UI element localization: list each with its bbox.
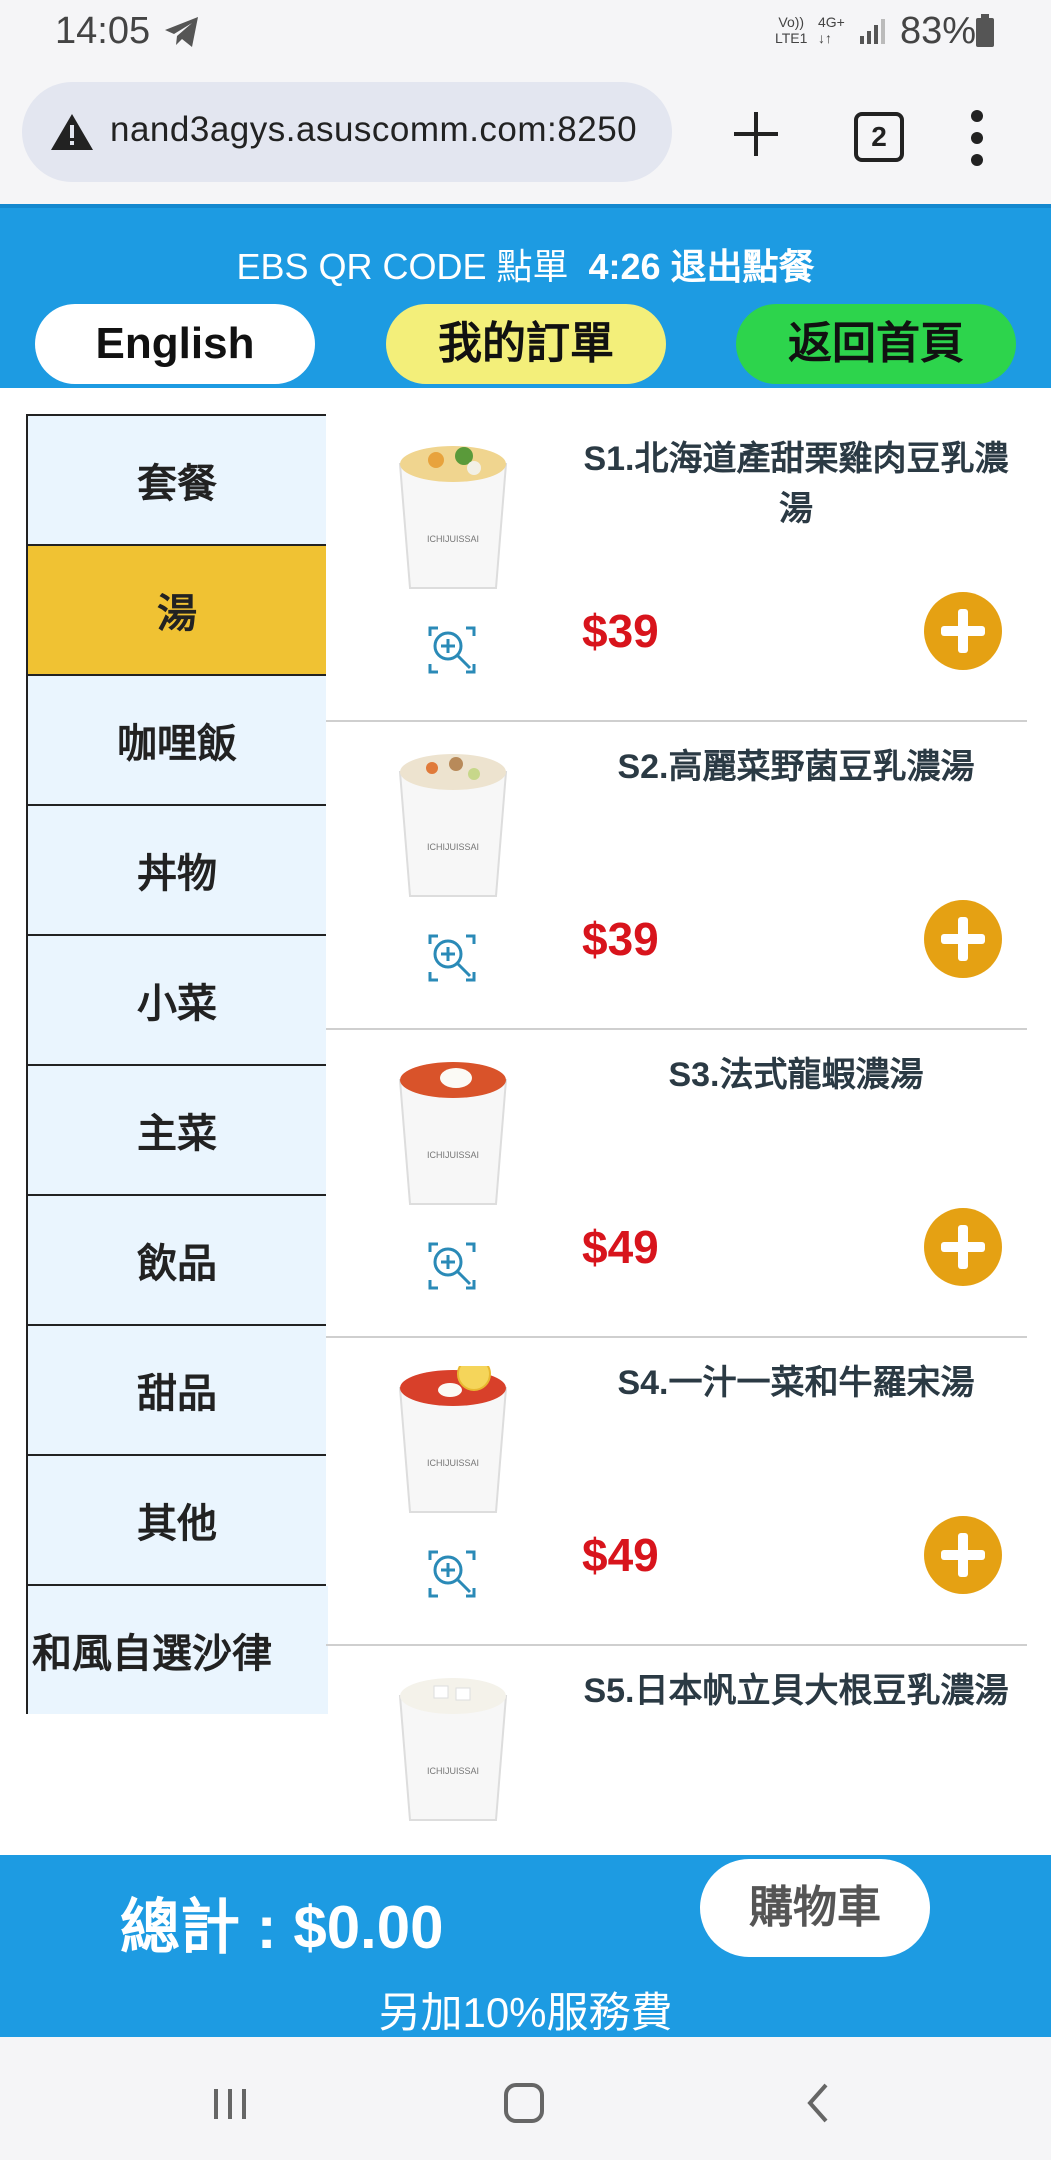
soup-cup-image[interactable]: ICHIJUISSAI bbox=[394, 1674, 512, 1824]
warning-icon[interactable] bbox=[50, 112, 94, 152]
category-curry-rice[interactable]: 咖哩飯 bbox=[26, 676, 326, 806]
soup-cup-image[interactable]: ICHIJUISSAI bbox=[394, 442, 512, 592]
total-amount: 總計 : $0.00 bbox=[120, 1894, 444, 1961]
category-donburi[interactable]: 丼物 bbox=[26, 806, 326, 936]
add-to-cart-button[interactable] bbox=[924, 1208, 1002, 1286]
product-row: ICHIJUISSAI S4.一汁一菜和牛羅宋湯 $49 bbox=[326, 1338, 1027, 1646]
product-name: S2.高麗菜野菌豆乳濃湯 bbox=[617, 748, 975, 786]
exit-timer[interactable]: 4:26 退出點餐 bbox=[589, 246, 815, 287]
product-row: ICHIJUISSAI S1.北海道產甜栗雞肉豆乳濃湯 $39 bbox=[326, 414, 1027, 722]
category-salad[interactable]: 和風自選沙律 bbox=[26, 1586, 328, 1714]
zoom-icon[interactable] bbox=[426, 932, 478, 984]
add-to-cart-button[interactable] bbox=[924, 1516, 1002, 1594]
system-nav-bar bbox=[0, 2037, 1051, 2160]
product-name: S4.一汁一菜和牛羅宋湯 bbox=[617, 1364, 975, 1402]
zoom-icon[interactable] bbox=[426, 624, 478, 676]
product-price: $39 bbox=[582, 913, 659, 965]
header-title: EBS QR CODE 點單 4:26 退出點餐 bbox=[236, 246, 815, 287]
new-tab-icon[interactable] bbox=[728, 106, 784, 162]
product-price: $39 bbox=[582, 605, 659, 657]
category-set-meal[interactable]: 套餐 bbox=[26, 414, 326, 546]
home-nav-icon[interactable] bbox=[494, 2073, 554, 2133]
cart-button[interactable]: 購物車 bbox=[700, 1859, 930, 1957]
signal-icon bbox=[860, 19, 885, 44]
back-icon[interactable] bbox=[790, 2073, 850, 2133]
product-price: $49 bbox=[582, 1221, 659, 1273]
product-row: ICHIJUISSAI S3.法式龍蝦濃湯 $49 bbox=[326, 1030, 1027, 1338]
volte-indicator: Vo)) LTE1 bbox=[775, 14, 808, 46]
product-row: ICHIJUISSAI S2.高麗菜野菌豆乳濃湯 $39 bbox=[326, 722, 1027, 1030]
address-bar[interactable]: nand3agys.asuscomm.com:8250 bbox=[22, 82, 672, 182]
clock: 14:05 bbox=[55, 10, 151, 52]
add-to-cart-button[interactable] bbox=[924, 900, 1002, 978]
browser-toolbar: nand3agys.asuscomm.com:8250 2 bbox=[0, 68, 1051, 204]
category-side-dish[interactable]: 小菜 bbox=[26, 936, 326, 1066]
tab-switcher-button[interactable]: 2 bbox=[854, 112, 904, 162]
category-others[interactable]: 其他 bbox=[26, 1456, 326, 1586]
soup-cup-image[interactable]: ICHIJUISSAI bbox=[394, 1366, 512, 1516]
svg-text:ICHIJUISSAI: ICHIJUISSAI bbox=[427, 534, 479, 544]
category-dessert[interactable]: 甜品 bbox=[26, 1326, 326, 1456]
app-header: EBS QR CODE 點單 4:26 退出點餐 English 我的訂單 返回首… bbox=[0, 204, 1051, 388]
svg-text:ICHIJUISSAI: ICHIJUISSAI bbox=[427, 1458, 479, 1468]
product-name: S1.北海道產甜栗雞肉豆乳濃湯 bbox=[583, 440, 1009, 528]
soup-cup-image[interactable]: ICHIJUISSAI bbox=[394, 750, 512, 900]
category-drinks[interactable]: 飲品 bbox=[26, 1196, 326, 1326]
zoom-icon[interactable] bbox=[426, 1548, 478, 1600]
product-name: S3.法式龍蝦濃湯 bbox=[668, 1056, 924, 1094]
soup-cup-image[interactable]: ICHIJUISSAI bbox=[394, 1058, 512, 1208]
category-sidebar: 套餐 湯 咖哩飯 丼物 小菜 主菜 飲品 甜品 其他 和風自選沙律 bbox=[26, 414, 328, 1714]
product-name: S5.日本帆立貝大根豆乳濃湯 bbox=[583, 1672, 1009, 1710]
telegram-icon bbox=[165, 17, 198, 47]
status-bar: 14:05 Vo)) LTE1 4G+ ↓↑ 83% bbox=[0, 0, 1051, 68]
recent-apps-icon[interactable] bbox=[200, 2073, 260, 2133]
more-menu-icon[interactable] bbox=[970, 108, 984, 168]
svg-text:ICHIJUISSAI: ICHIJUISSAI bbox=[427, 1766, 479, 1776]
battery-icon bbox=[976, 14, 994, 47]
svg-text:ICHIJUISSAI: ICHIJUISSAI bbox=[427, 1150, 479, 1160]
category-soup[interactable]: 湯 bbox=[26, 546, 326, 676]
network-type-indicator: 4G+ ↓↑ bbox=[818, 14, 845, 46]
my-orders-button[interactable]: 我的訂單 bbox=[386, 304, 666, 384]
product-price: $49 bbox=[582, 1529, 659, 1581]
order-summary-bar: 總計 : $0.00 購物車 另加10%服務費 bbox=[0, 1855, 1051, 2037]
add-to-cart-button[interactable] bbox=[924, 592, 1002, 670]
url-text[interactable]: nand3agys.asuscomm.com:8250 bbox=[110, 110, 637, 150]
battery-level: 83% bbox=[900, 10, 977, 52]
svg-text:ICHIJUISSAI: ICHIJUISSAI bbox=[427, 842, 479, 852]
category-main-dish[interactable]: 主菜 bbox=[26, 1066, 326, 1196]
home-button[interactable]: 返回首頁 bbox=[736, 304, 1016, 384]
english-button[interactable]: English bbox=[35, 304, 315, 384]
service-fee-note: 另加10%服務費 bbox=[378, 1989, 673, 2036]
zoom-icon[interactable] bbox=[426, 1240, 478, 1292]
